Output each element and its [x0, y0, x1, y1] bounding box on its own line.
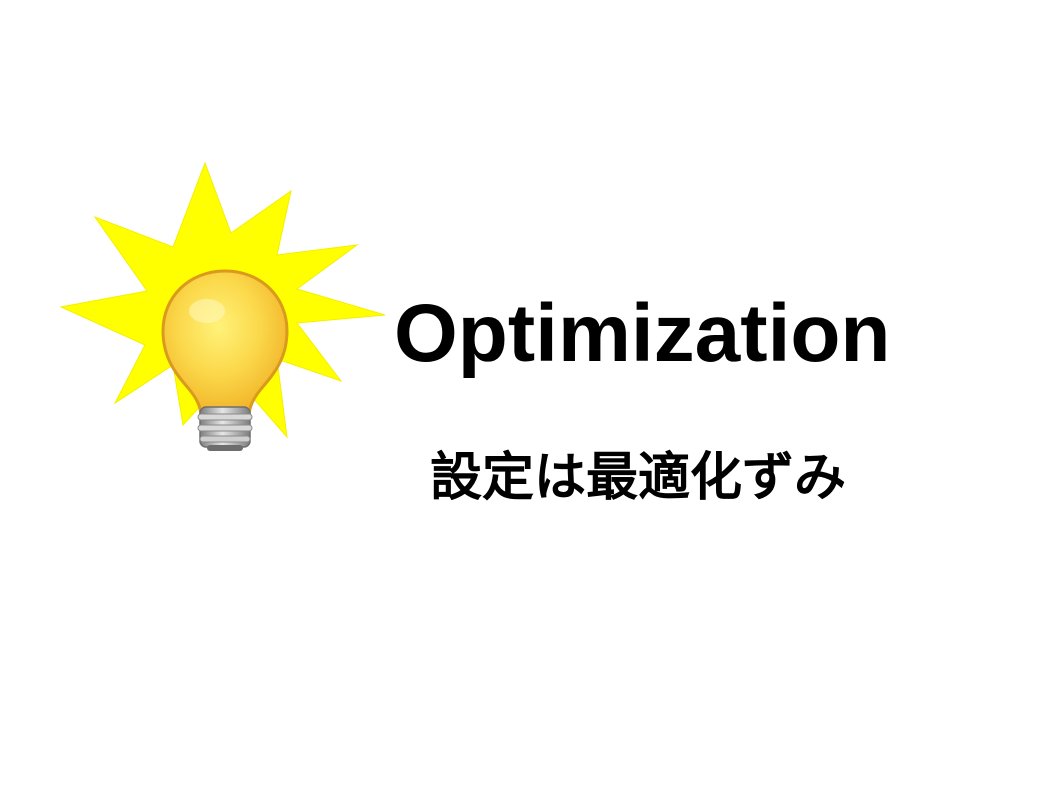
slide-subtitle: 設定は最適化ずみ [430, 448, 847, 508]
slide: Optimization 設定は最適化ずみ [0, 0, 1058, 794]
slide-title: Optimization [394, 288, 891, 379]
lightbulb-burst-icon [55, 155, 395, 465]
